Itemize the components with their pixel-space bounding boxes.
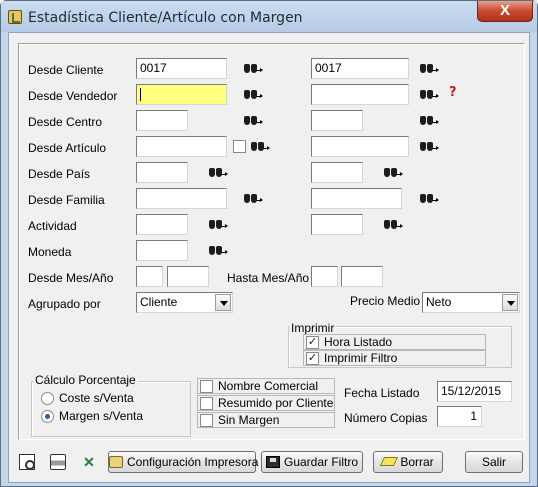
margen-s-venta-radio[interactable] [41, 410, 54, 423]
precio-medio-select[interactable]: Neto [422, 292, 520, 313]
configuracion-impresora-button[interactable]: Configuración Impresora [108, 451, 258, 473]
print-icon[interactable] [50, 454, 66, 470]
printer-settings-icon [109, 455, 123, 468]
sin-margen-option[interactable]: Sin Margen [197, 412, 335, 428]
dialog-client-area: Desde Cliente 0017 0017 Desde Vendedor ?… [8, 32, 530, 483]
desde-mes-anio-label: Desde Mes/Año [28, 271, 114, 285]
title-bar: Estadística Cliente/Artículo con Margen … [1, 1, 537, 32]
search-familia-to-icon[interactable] [420, 192, 439, 206]
salir-button[interactable]: Salir [465, 451, 523, 473]
actividad-from-input[interactable] [136, 214, 188, 235]
desde-articulo-from-input[interactable] [136, 136, 227, 157]
search-familia-from-icon[interactable] [244, 192, 263, 206]
search-pais-from-icon[interactable] [209, 166, 228, 180]
borrar-button[interactable]: Borrar [373, 451, 443, 473]
excel-icon[interactable]: ✕ [81, 454, 97, 470]
search-actividad-from-icon[interactable] [209, 218, 228, 232]
desde-familia-label: Desde Familia [28, 193, 105, 207]
desde-cliente-label: Desde Cliente [28, 63, 104, 77]
hasta-vendedor-to-input[interactable] [311, 84, 409, 105]
search-moneda-icon[interactable] [209, 244, 228, 258]
numero-copias-label: Número Copias [344, 411, 428, 425]
search-centro-from-icon[interactable] [244, 114, 263, 128]
sin-margen-checkbox[interactable] [200, 414, 213, 427]
numero-copias-input[interactable]: 1 [437, 406, 482, 427]
close-button[interactable]: X [477, 1, 533, 22]
search-vendedor-to-icon[interactable] [420, 88, 439, 102]
desde-centro-label: Desde Centro [28, 115, 103, 129]
search-articulo-from-icon[interactable] [251, 140, 270, 154]
save-icon [265, 455, 280, 468]
search-cliente-from-icon[interactable] [244, 62, 263, 76]
agrupado-por-label: Agrupado por [28, 297, 101, 311]
desde-articulo-label: Desde Artículo [28, 141, 107, 155]
hora-listado-option[interactable]: ✓ Hora Listado [303, 334, 486, 350]
imprimir-filtro-checkbox[interactable]: ✓ [306, 352, 319, 365]
desde-pais-label: Desde País [28, 167, 91, 181]
hasta-anio-input[interactable] [341, 266, 383, 287]
agrupado-por-select[interactable]: Cliente [136, 292, 233, 313]
desde-cliente-from-input[interactable]: 0017 [136, 58, 227, 79]
coste-s-venta-label[interactable]: Coste s/Venta [59, 391, 134, 405]
nombre-comercial-option[interactable]: Nombre Comercial [197, 378, 335, 394]
help-question-icon[interactable]: ? [449, 85, 457, 100]
chevron-down-icon[interactable] [502, 294, 518, 311]
articulo-option-checkbox[interactable] [233, 140, 246, 153]
chevron-down-icon[interactable] [215, 294, 231, 311]
calculo-porcentaje-title: Cálculo Porcentaje [33, 373, 138, 387]
text-caret [140, 88, 141, 102]
desde-pais-from-input[interactable] [136, 162, 188, 183]
guardar-filtro-button[interactable]: Guardar Filtro [261, 451, 363, 473]
fecha-listado-input[interactable]: 15/12/2015 [437, 381, 512, 402]
hora-listado-checkbox[interactable]: ✓ [306, 336, 319, 349]
actividad-to-input[interactable] [311, 214, 363, 235]
precio-medio-label: Precio Medio [350, 294, 421, 308]
resumido-por-cliente-checkbox[interactable] [200, 397, 213, 410]
desde-familia-from-input[interactable] [136, 188, 227, 209]
coste-s-venta-radio[interactable] [41, 392, 54, 405]
resumido-por-cliente-option[interactable]: Resumido por Cliente [197, 395, 335, 411]
margen-s-venta-label[interactable]: Margen s/Venta [59, 409, 143, 423]
hasta-familia-to-input[interactable] [311, 188, 402, 209]
window-title: Estadística Cliente/Artículo con Margen [28, 10, 303, 26]
preview-icon[interactable] [19, 454, 35, 470]
report-dialog-window: Estadística Cliente/Artículo con Margen … [0, 0, 538, 487]
search-vendedor-from-icon[interactable] [244, 88, 263, 102]
search-articulo-to-icon[interactable] [420, 140, 439, 154]
app-icon [8, 10, 22, 24]
eraser-icon [380, 457, 399, 467]
desde-vendedor-from-input[interactable] [136, 84, 227, 105]
hasta-mes-anio-label: Hasta Mes/Año [227, 271, 310, 285]
filter-panel: Desde Cliente 0017 0017 Desde Vendedor ?… [18, 43, 525, 440]
desde-centro-from-input[interactable] [136, 110, 188, 131]
hasta-mes-input[interactable] [311, 266, 338, 287]
hasta-cliente-to-input[interactable]: 0017 [311, 58, 409, 79]
imprimir-group-title: Imprimir [289, 321, 337, 335]
search-cliente-to-icon[interactable] [420, 62, 439, 76]
hasta-articulo-to-input[interactable] [311, 136, 409, 157]
imprimir-filtro-option[interactable]: ✓ Imprimir Filtro [303, 350, 486, 366]
desde-vendedor-label: Desde Vendedor [28, 89, 118, 103]
search-centro-to-icon[interactable] [420, 114, 439, 128]
search-actividad-to-icon[interactable] [384, 218, 403, 232]
hasta-pais-to-input[interactable] [311, 162, 363, 183]
actividad-label: Actividad [28, 219, 77, 233]
hasta-centro-to-input[interactable] [311, 110, 363, 131]
moneda-label: Moneda [28, 245, 72, 259]
moneda-input[interactable] [136, 240, 188, 261]
nombre-comercial-checkbox[interactable] [200, 380, 213, 393]
desde-mes-input[interactable] [136, 266, 163, 287]
fecha-listado-label: Fecha Listado [344, 386, 420, 400]
desde-anio-input[interactable] [167, 266, 209, 287]
search-pais-to-icon[interactable] [384, 166, 403, 180]
